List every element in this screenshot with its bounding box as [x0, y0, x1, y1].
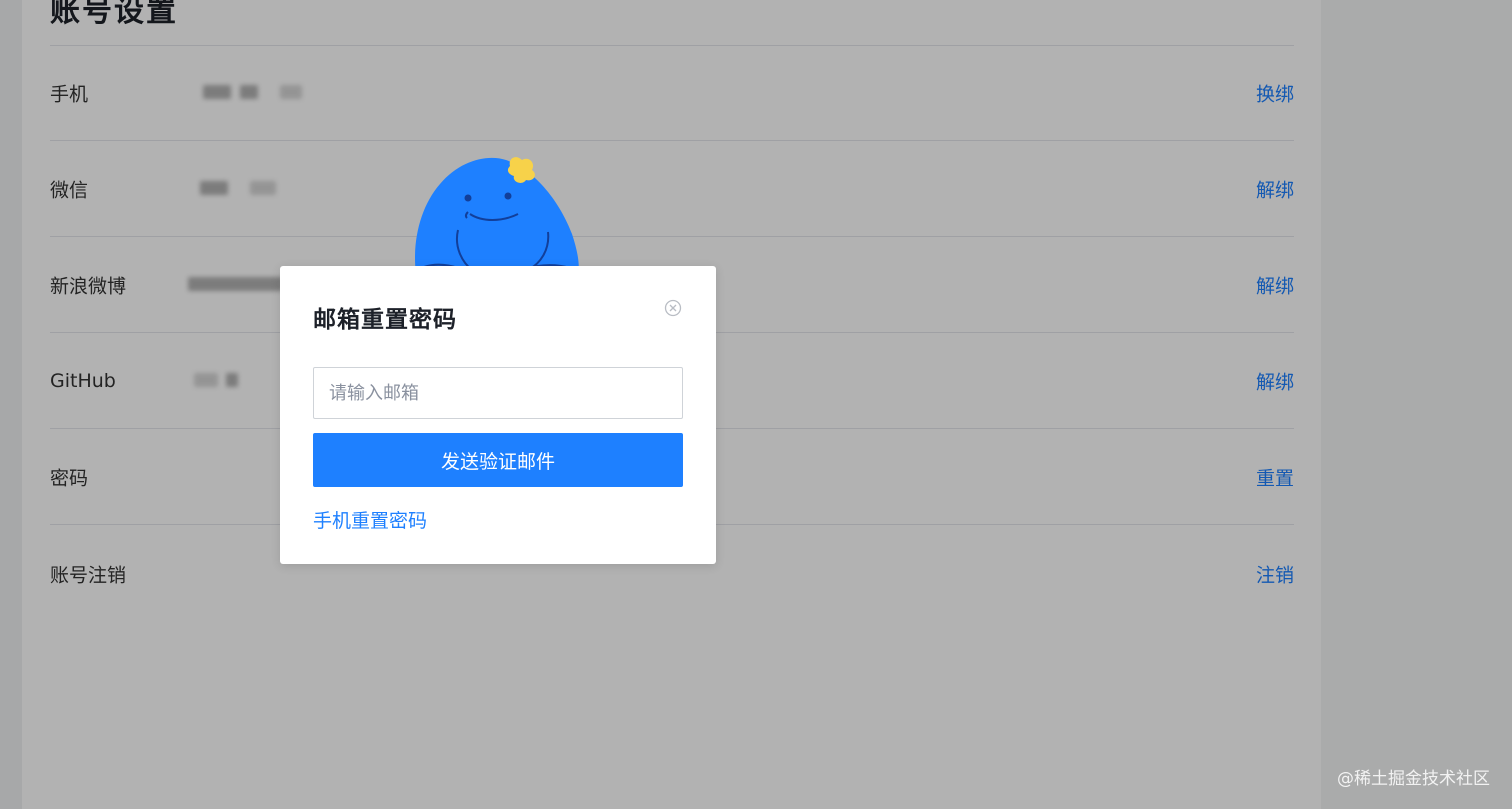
modal-title: 邮箱重置密码 [313, 307, 457, 333]
mascot-illustration [411, 157, 583, 277]
email-input[interactable] [313, 367, 683, 419]
reset-password-modal: 邮箱重置密码 发送验证邮件 手机重置密码 [280, 266, 716, 564]
watermark: @稀土掘金技术社区 [1337, 769, 1490, 789]
send-verification-email-button[interactable]: 发送验证邮件 [313, 433, 683, 487]
modal-overlay[interactable] [0, 0, 1512, 809]
phone-reset-password-link[interactable]: 手机重置密码 [313, 506, 427, 533]
close-icon[interactable] [664, 299, 682, 317]
